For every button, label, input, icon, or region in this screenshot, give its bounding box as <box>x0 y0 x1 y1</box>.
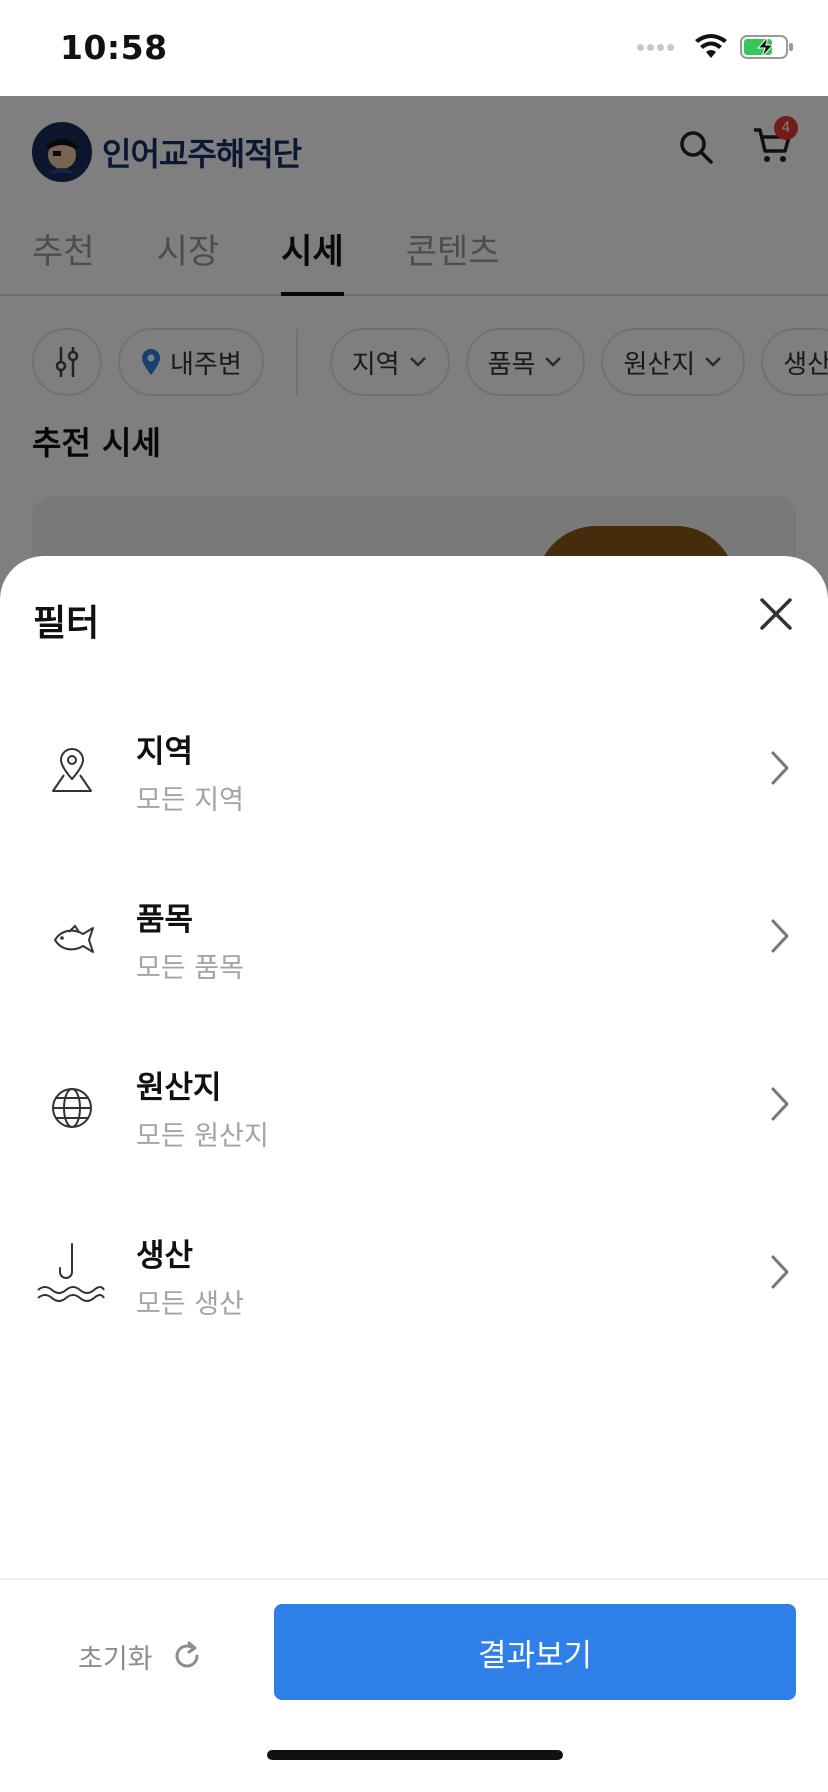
filter-label: 지역 <box>136 734 194 770</box>
close-icon <box>760 598 792 630</box>
filter-row-region[interactable]: 지역 모든 지역 <box>0 716 828 836</box>
chevron-right-icon <box>771 1255 789 1289</box>
fishing-hook-icon <box>30 1240 110 1312</box>
filter-label: 원산지 <box>136 1070 222 1106</box>
filter-value: 모든 지역 <box>136 785 244 816</box>
status-time: 10:58 <box>60 28 168 67</box>
status-bar: 10:58 <box>0 0 828 96</box>
fish-icon <box>36 904 108 976</box>
reset-label: 초기화 <box>78 1643 153 1675</box>
signal-icon <box>637 43 674 51</box>
close-button[interactable] <box>754 592 798 636</box>
status-icons <box>637 34 794 60</box>
chevron-right-icon <box>771 751 789 785</box>
battery-charging-icon <box>740 35 793 59</box>
chevron-right-icon <box>771 1087 789 1121</box>
chevron-right-icon <box>771 919 789 953</box>
map-pin-icon <box>36 736 108 808</box>
filter-row-item[interactable]: 품목 모든 품목 <box>0 884 828 1004</box>
filter-label: 품목 <box>136 902 194 938</box>
filter-row-production[interactable]: 생산 모든 생산 <box>0 1220 828 1340</box>
filter-sheet: 필터 지역 모든 지역 품목 모든 품목 원산지 모든 원산지 생산 모든 생산… <box>0 556 828 1792</box>
sheet-footer: 초기화 결과보기 <box>0 1578 828 1792</box>
wifi-icon <box>695 34 727 58</box>
globe-icon <box>36 1072 108 1144</box>
filter-value: 모든 원산지 <box>136 1121 269 1152</box>
home-indicator <box>267 1750 563 1760</box>
refresh-icon <box>175 1641 199 1668</box>
filter-row-origin[interactable]: 원산지 모든 원산지 <box>0 1052 828 1172</box>
reset-button[interactable]: 초기화 <box>78 1626 203 1686</box>
filter-value: 모든 생산 <box>136 1289 244 1320</box>
filter-label: 생산 <box>136 1238 194 1274</box>
filter-value: 모든 품목 <box>136 953 244 984</box>
sheet-title: 필터 <box>33 603 100 644</box>
show-results-button[interactable]: 결과보기 <box>274 1604 796 1700</box>
